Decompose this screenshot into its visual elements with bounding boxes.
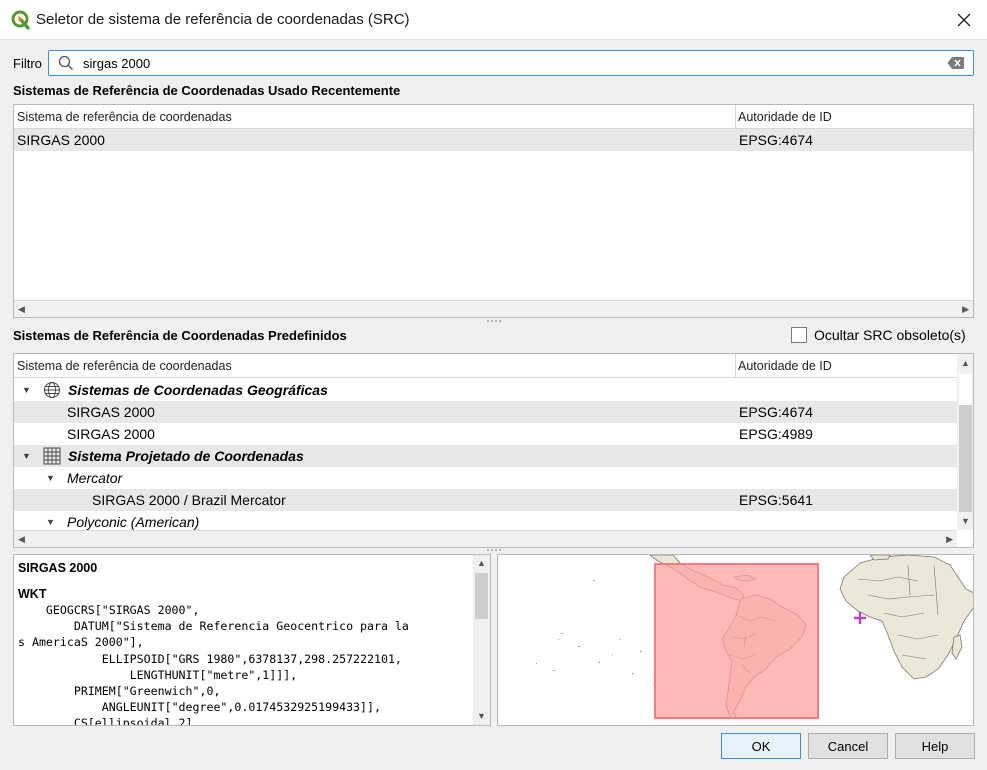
column-header-crs[interactable]: Sistema de referência de coordenadas	[17, 110, 232, 124]
tree-subgroup-mercator[interactable]: ▼ Mercator	[14, 467, 957, 489]
clear-text-icon[interactable]	[947, 56, 965, 70]
world-map	[536, 555, 973, 720]
hide-deprecated-checkbox[interactable]	[791, 327, 807, 343]
crs-extent-rectangle	[654, 563, 819, 719]
crs-name: SIRGAS 2000	[67, 426, 155, 442]
scrollbar-thumb[interactable]	[959, 405, 972, 512]
predefined-section-title: Sistemas de Referência de Coordenadas Pr…	[13, 328, 347, 343]
expand-arrow-icon[interactable]: ▼	[22, 451, 31, 461]
crs-authority: EPSG:4989	[739, 426, 813, 442]
window-title: Seletor de sistema de referência de coor…	[36, 11, 410, 28]
table-row[interactable]: SIRGAS 2000 EPSG:4674	[14, 401, 957, 423]
column-header-authority[interactable]: Autoridade de ID	[738, 110, 832, 124]
hide-deprecated-label[interactable]: Ocultar SRC obsoleto(s)	[814, 327, 966, 343]
scroll-left-icon[interactable]: ◀	[18, 534, 25, 545]
extent-map-preview	[497, 554, 974, 726]
filter-field[interactable]	[48, 50, 974, 76]
cancel-button[interactable]: Cancel	[808, 733, 888, 759]
crs-details-panel: SIRGAS 2000 WKT GEOGCRS["SIRGAS 2000", D…	[13, 554, 491, 726]
subgroup-label: Mercator	[67, 470, 123, 486]
table-row[interactable]: SIRGAS 2000 / Brazil Mercator EPSG:5641	[14, 489, 957, 511]
ok-button[interactable]: OK	[721, 733, 801, 759]
scroll-up-icon[interactable]: ▲	[477, 558, 486, 568]
group-label: Sistemas de Coordenadas Geográficas	[68, 382, 328, 398]
expand-arrow-icon[interactable]: ▼	[46, 517, 55, 527]
tree-group-geographic[interactable]: ▼ Sistemas de Coordenadas Geográficas	[14, 379, 957, 401]
crs-name: SIRGAS 2000	[17, 132, 105, 148]
predefined-crs-tree: Sistema de referência de coordenadas Aut…	[13, 353, 974, 548]
islands	[536, 580, 654, 684]
vertical-scrollbar[interactable]: ▲ ▼	[957, 354, 973, 530]
crs-authority: EPSG:4674	[739, 404, 813, 420]
filter-label: Filtro	[13, 56, 42, 71]
table-header: Sistema de referência de coordenadas Aut…	[14, 105, 973, 129]
crs-detail-name: SIRGAS 2000	[18, 561, 98, 575]
horizontal-scrollbar[interactable]: ◀ ▶	[14, 300, 973, 317]
scroll-left-icon[interactable]: ◀	[18, 304, 25, 315]
expand-arrow-icon[interactable]: ▼	[22, 385, 31, 395]
scrollbar-track-top	[959, 374, 972, 405]
table-row[interactable]: SIRGAS 2000 EPSG:4989	[14, 423, 957, 445]
land-madagascar	[951, 634, 963, 660]
scroll-down-icon[interactable]: ▼	[477, 711, 486, 721]
crs-name: SIRGAS 2000 / Brazil Mercator	[92, 492, 286, 508]
column-header-authority[interactable]: Autoridade de ID	[738, 359, 832, 373]
group-label: Sistema Projetado de Coordenadas	[68, 448, 304, 464]
expand-arrow-icon[interactable]: ▼	[46, 473, 55, 483]
scroll-right-icon[interactable]: ▶	[962, 304, 969, 315]
subgroup-label: Polyconic (American)	[67, 514, 200, 530]
column-header-crs[interactable]: Sistema de referência de coordenadas	[17, 359, 232, 373]
crs-authority: EPSG:5641	[739, 492, 813, 508]
table-header: Sistema de referência de coordenadas Aut…	[14, 354, 957, 378]
close-button[interactable]	[941, 0, 987, 40]
qgis-logo-icon	[11, 10, 30, 30]
wkt-text: GEOGCRS["SIRGAS 2000", DATUM["Sistema de…	[18, 603, 409, 726]
horizontal-scrollbar[interactable]: ◀ ▶	[14, 530, 957, 547]
scroll-down-icon[interactable]: ▼	[961, 516, 970, 526]
vertical-scrollbar[interactable]: ▲ ▼	[473, 555, 490, 725]
wkt-heading: WKT	[18, 587, 47, 601]
recent-section-title: Sistemas de Referência de Coordenadas Us…	[13, 83, 401, 98]
scrollbar-thumb[interactable]	[475, 573, 488, 619]
globe-icon	[44, 382, 60, 398]
help-button[interactable]: Help	[895, 733, 975, 759]
close-icon	[957, 13, 971, 27]
crs-name: SIRGAS 2000	[67, 404, 155, 420]
splitter-handle[interactable]	[487, 320, 501, 322]
search-icon	[58, 55, 73, 70]
table-row[interactable]: SIRGAS 2000 EPSG:4674	[14, 129, 973, 151]
scroll-right-icon[interactable]: ▶	[946, 534, 953, 545]
tree-group-projected[interactable]: ▼ Sistema Projetado de Coordenadas	[14, 445, 957, 467]
grid-icon	[43, 447, 61, 465]
recent-crs-table: Sistema de referência de coordenadas Aut…	[13, 104, 974, 318]
splitter-handle[interactable]	[487, 549, 501, 551]
scroll-up-icon[interactable]: ▲	[961, 358, 970, 368]
crs-authority: EPSG:4674	[739, 132, 813, 148]
land-iberia	[869, 555, 891, 561]
column-divider	[735, 105, 736, 129]
title-bar: Seletor de sistema de referência de coor…	[0, 0, 987, 40]
column-divider	[735, 354, 736, 378]
filter-input[interactable]	[81, 53, 941, 73]
